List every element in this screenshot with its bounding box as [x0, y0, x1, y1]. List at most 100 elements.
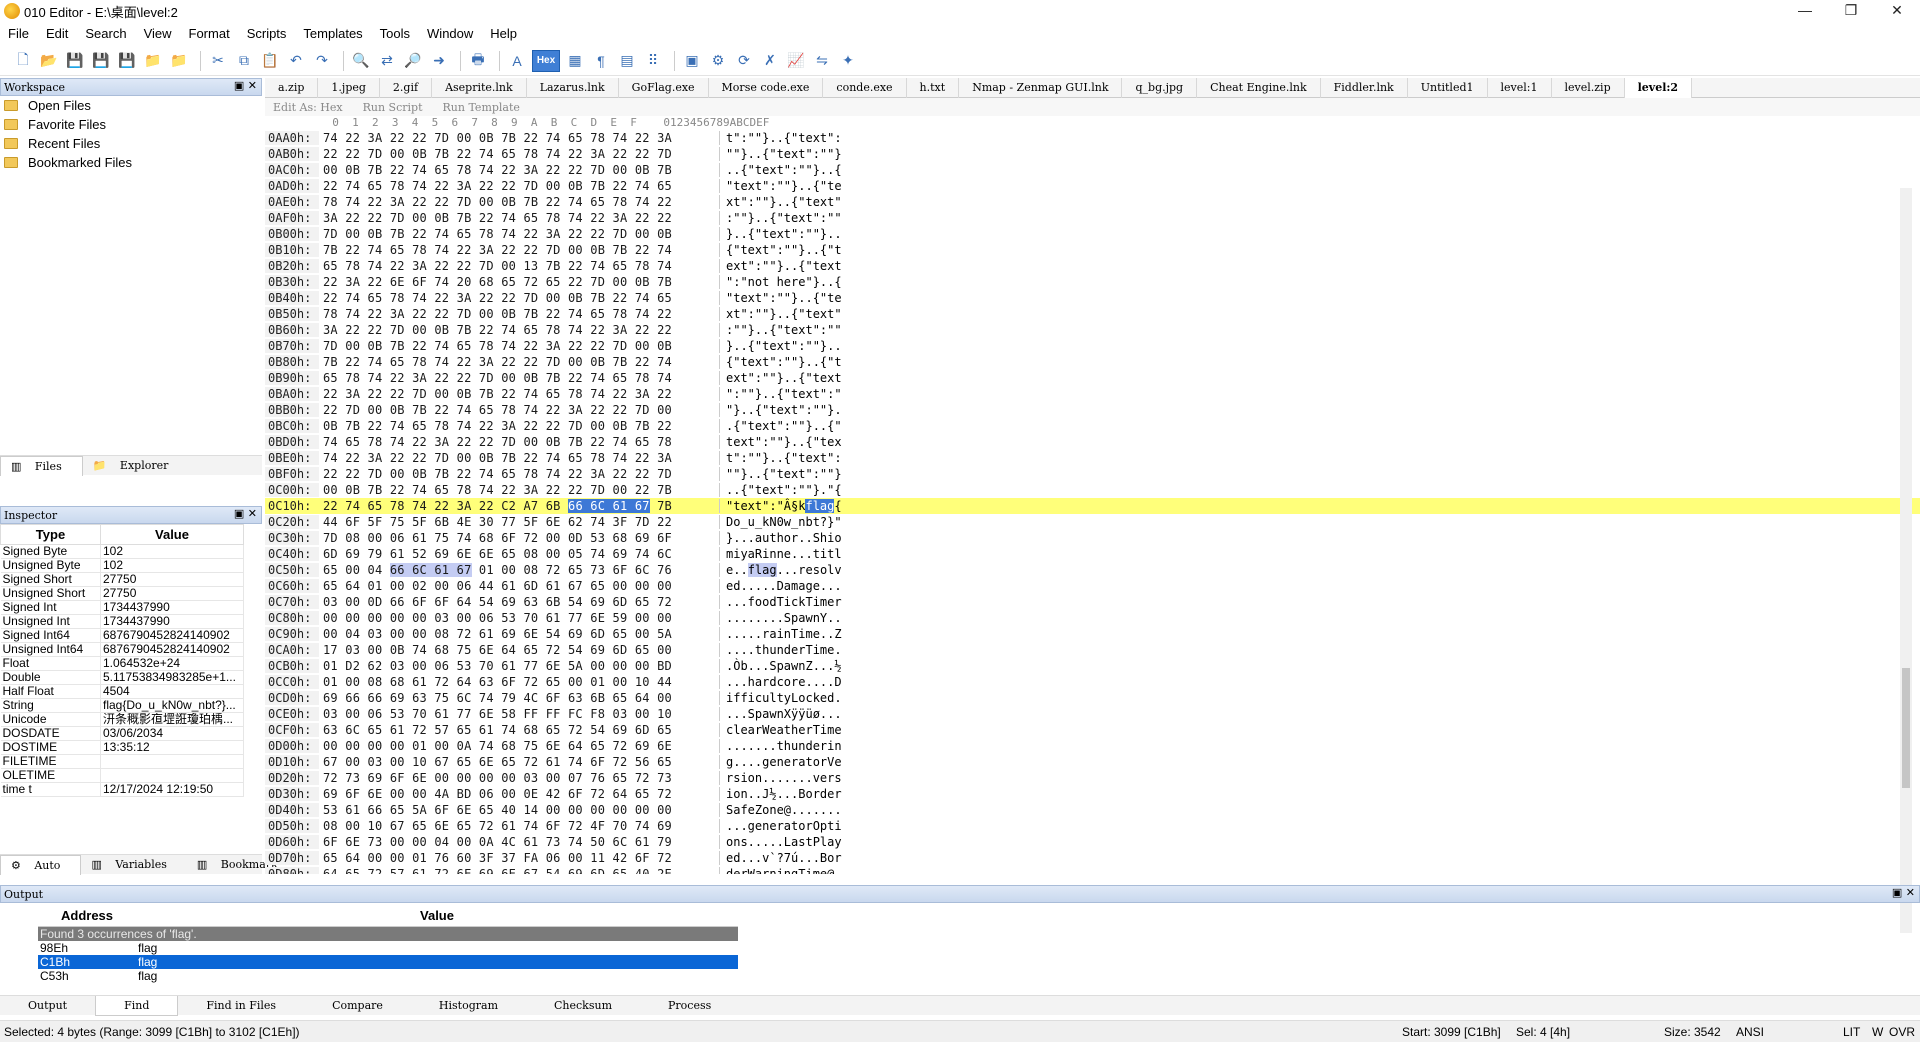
hex-ascii[interactable]: xt":""}..{"text": [719, 307, 864, 321]
hex-bytes[interactable]: 7B 22 74 65 78 74 22 3A 22 22 7D 00 0B 7…: [319, 243, 719, 257]
inspector-row[interactable]: Half Float 4504: [0, 684, 244, 699]
replace-icon[interactable]: ⇄: [376, 50, 398, 72]
menu-file[interactable]: File: [0, 26, 38, 41]
hex-bytes[interactable]: 6D 69 79 61 52 69 6E 6E 65 08 00 05 74 6…: [319, 547, 719, 561]
tab-files[interactable]: ▥ Files: [0, 455, 83, 476]
hex-bytes[interactable]: 22 3A 22 6E 6F 74 20 68 65 72 65 22 7D 0…: [319, 275, 719, 289]
run-icon[interactable]: ⟳: [733, 50, 755, 72]
hex-row[interactable]: 0BC0h: 0B 7B 22 74 65 78 74 22 3A 22 22 7…: [265, 418, 1920, 434]
hex-ascii[interactable]: derWarningTime@.: [719, 867, 864, 874]
minimize-button[interactable]: —: [1782, 0, 1828, 22]
hex-ascii[interactable]: miyaRinne...titl: [719, 547, 864, 561]
tools-icon[interactable]: ✗: [759, 50, 781, 72]
hex-ascii[interactable]: ons.....LastPlay: [719, 835, 864, 849]
hex-bytes[interactable]: 7D 08 00 06 61 75 74 68 6F 72 00 0D 53 6…: [319, 531, 719, 545]
hex-bytes[interactable]: 65 78 74 22 3A 22 22 7D 00 0B 7B 22 74 6…: [319, 371, 719, 385]
file-tab[interactable]: a.zip: [265, 77, 319, 98]
file-tab[interactable]: GoFlag.exe: [619, 77, 709, 98]
edit-as-dropdown[interactable]: Edit As: Hex: [273, 101, 343, 114]
panel-buttons[interactable]: ▣ ✕: [234, 79, 257, 92]
hex-row[interactable]: 0AE0h: 78 74 22 3A 22 22 7D 00 0B 7B 22 7…: [265, 194, 1920, 210]
hex-ascii[interactable]: }..{"text":""}..: [719, 339, 864, 353]
file-tab[interactable]: 2.gif: [380, 77, 433, 98]
run-script-dropdown[interactable]: Run Script: [363, 101, 423, 114]
hex-ascii[interactable]: ...hardcore....D: [719, 675, 864, 689]
hex-ascii[interactable]: t":""}..{"text":: [719, 451, 864, 465]
hex-row[interactable]: 0CA0h: 17 03 00 0B 74 68 75 6E 64 65 72 5…: [265, 642, 1920, 658]
hex-row[interactable]: 0BB0h: 22 7D 00 0B 7B 22 74 65 78 74 22 3…: [265, 402, 1920, 418]
undo-icon[interactable]: ↶: [285, 50, 307, 72]
hex-ascii[interactable]: ":""}..{"text":": [719, 387, 864, 401]
hex-bytes[interactable]: 69 66 66 69 63 75 6C 74 79 4C 6F 63 6B 6…: [319, 691, 719, 705]
binary-icon[interactable]: ⠿: [642, 50, 664, 72]
hex-bytes[interactable]: 22 22 7D 00 0B 7B 22 74 65 78 74 22 3A 2…: [319, 147, 719, 161]
hex-bytes[interactable]: 65 00 04 66 6C 61 67 01 00 08 72 65 73 6…: [319, 563, 719, 577]
hex-bytes[interactable]: 01 00 08 68 61 72 64 63 6F 72 65 00 01 0…: [319, 675, 719, 689]
close-window-button[interactable]: ✕: [1874, 0, 1920, 22]
hex-row[interactable]: 0D00h: 00 00 00 00 01 00 0A 74 68 75 6E 6…: [265, 738, 1920, 754]
hex-row[interactable]: 0B80h: 7B 22 74 65 78 74 22 3A 22 22 7D 0…: [265, 354, 1920, 370]
hex-ascii[interactable]: ion..J½...Border: [719, 787, 864, 801]
hex-bytes[interactable]: 74 22 3A 22 22 7D 00 0B 7B 22 74 65 78 7…: [319, 451, 719, 465]
menu-view[interactable]: View: [136, 26, 181, 41]
hex-row[interactable]: 0AD0h: 22 74 65 78 74 22 3A 22 22 7D 00 0…: [265, 178, 1920, 194]
vertical-scrollbar[interactable]: [1900, 188, 1912, 933]
hex-bytes[interactable]: 00 04 03 00 00 08 72 61 69 6E 54 69 6D 6…: [319, 627, 719, 641]
font-icon[interactable]: A: [506, 50, 528, 72]
hex-ascii[interactable]: {"text":""}..{"t: [719, 243, 864, 257]
hex-bytes[interactable]: 53 61 66 65 5A 6F 6E 65 40 14 00 00 00 0…: [319, 803, 719, 817]
calculator-icon[interactable]: ▣: [681, 50, 703, 72]
hex-bytes[interactable]: 7D 00 0B 7B 22 74 65 78 74 22 3A 22 22 7…: [319, 227, 719, 241]
hex-ascii[interactable]: ........SpawnY..: [719, 611, 864, 625]
hex-ascii[interactable]: ed.....Damage...: [719, 579, 864, 593]
status-encoding[interactable]: ANSI: [1736, 1025, 1764, 1039]
hex-bytes[interactable]: 08 00 10 67 65 6E 65 72 61 74 6F 72 4F 7…: [319, 819, 719, 833]
hex-ascii[interactable]: ...SpawnXÿÿüø...: [719, 707, 864, 721]
menu-format[interactable]: Format: [181, 26, 239, 41]
hex-row[interactable]: 0B10h: 7B 22 74 65 78 74 22 3A 22 22 7D 0…: [265, 242, 1920, 258]
hex-ascii[interactable]: "}..{"text":""}.: [719, 403, 864, 417]
inspector-row[interactable]: Unsigned Short 27750: [0, 586, 244, 601]
hex-row[interactable]: 0D10h: 67 00 03 00 10 67 65 6E 65 72 61 7…: [265, 754, 1920, 770]
paste-icon[interactable]: 📋: [259, 50, 281, 72]
hex-ascii[interactable]: ext":""}..{"text: [719, 371, 864, 385]
tab-process[interactable]: Process: [640, 996, 739, 1016]
open-folder-icon[interactable]: 📁: [142, 50, 164, 72]
hex-row[interactable]: 0CB0h: 01 D2 62 03 00 06 53 70 61 77 6E 5…: [265, 658, 1920, 674]
menu-scripts[interactable]: Scripts: [239, 26, 296, 41]
hex-row[interactable]: 0D70h: 65 64 00 00 01 76 60 3F 37 FA 06 0…: [265, 850, 1920, 866]
redo-icon[interactable]: ↷: [311, 50, 333, 72]
tab-find[interactable]: Find: [95, 995, 179, 1016]
menu-search[interactable]: Search: [77, 26, 135, 41]
result-row-selected[interactable]: C1Bh flag: [38, 954, 738, 969]
hex-row[interactable]: 0B70h: 7D 00 0B 7B 22 74 65 78 74 22 3A 2…: [265, 338, 1920, 354]
hex-row[interactable]: 0D50h: 08 00 10 67 65 6E 65 72 61 74 6F 7…: [265, 818, 1920, 834]
hex-row[interactable]: 0BD0h: 74 65 78 74 22 3A 22 22 7D 00 0B 7…: [265, 434, 1920, 450]
hex-ascii[interactable]: {"text":""}..{"t: [719, 355, 864, 369]
hex-ascii[interactable]: .......thunderin: [719, 739, 864, 753]
save-all-icon[interactable]: 💾: [116, 50, 138, 72]
hex-ascii[interactable]: ...foodTickTimer: [719, 595, 864, 609]
hex-bytes[interactable]: 74 65 78 74 22 3A 22 22 7D 00 0B 7B 22 7…: [319, 435, 719, 449]
menu-tools[interactable]: Tools: [372, 26, 419, 41]
hex-bytes[interactable]: 00 0B 7B 22 74 65 78 74 22 3A 22 22 7D 0…: [319, 483, 719, 497]
hex-ascii[interactable]: text":""}..{"tex: [719, 435, 864, 449]
hex-bytes[interactable]: 3A 22 22 7D 00 0B 7B 22 74 65 78 74 22 3…: [319, 211, 719, 225]
inspector-row[interactable]: Unsigned Byte 102: [0, 558, 244, 573]
hex-bytes[interactable]: 00 0B 7B 22 74 65 78 74 22 3A 22 22 7D 0…: [319, 163, 719, 177]
hex-row[interactable]: 0AF0h: 3A 22 22 7D 00 0B 7B 22 74 65 78 7…: [265, 210, 1920, 226]
file-tab[interactable]: Aseprite.lnk: [432, 77, 527, 98]
file-tab[interactable]: level:1: [1488, 77, 1552, 98]
hex-row[interactable]: 0C30h: 7D 08 00 06 61 75 74 68 6F 72 00 0…: [265, 530, 1920, 546]
hex-row[interactable]: 0B90h: 65 78 74 22 3A 22 22 7D 00 0B 7B 2…: [265, 370, 1920, 386]
hex-bytes[interactable]: 22 7D 00 0B 7B 22 74 65 78 74 22 3A 22 2…: [319, 403, 719, 417]
file-tab[interactable]: Nmap - Zenmap GUI.lnk: [959, 77, 1123, 98]
cut-icon[interactable]: ✂: [207, 50, 229, 72]
print-icon[interactable]: 🖶: [467, 50, 489, 72]
hex-row[interactable]: 0CE0h: 03 00 06 53 70 61 77 6E 58 FF FF F…: [265, 706, 1920, 722]
result-row[interactable]: C53h flag: [38, 969, 738, 983]
tab-output[interactable]: Output: [0, 996, 95, 1016]
tab-variables[interactable]: ▥ Variables: [81, 858, 186, 871]
inspector-row[interactable]: DOSTIME 13:35:12: [0, 740, 244, 755]
hex-bytes[interactable]: 01 D2 62 03 00 06 53 70 61 77 6E 5A 00 0…: [319, 659, 719, 673]
